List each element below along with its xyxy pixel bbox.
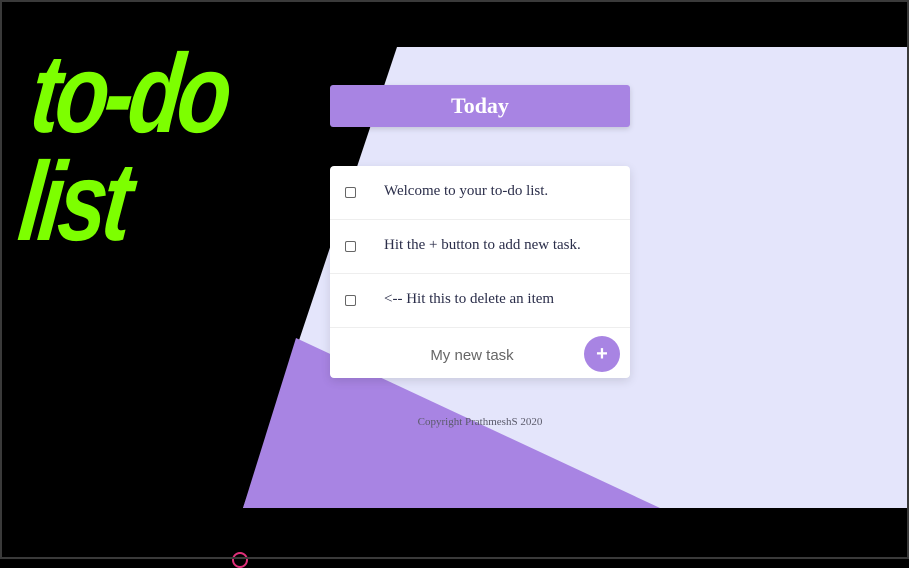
window-border [0,0,909,559]
